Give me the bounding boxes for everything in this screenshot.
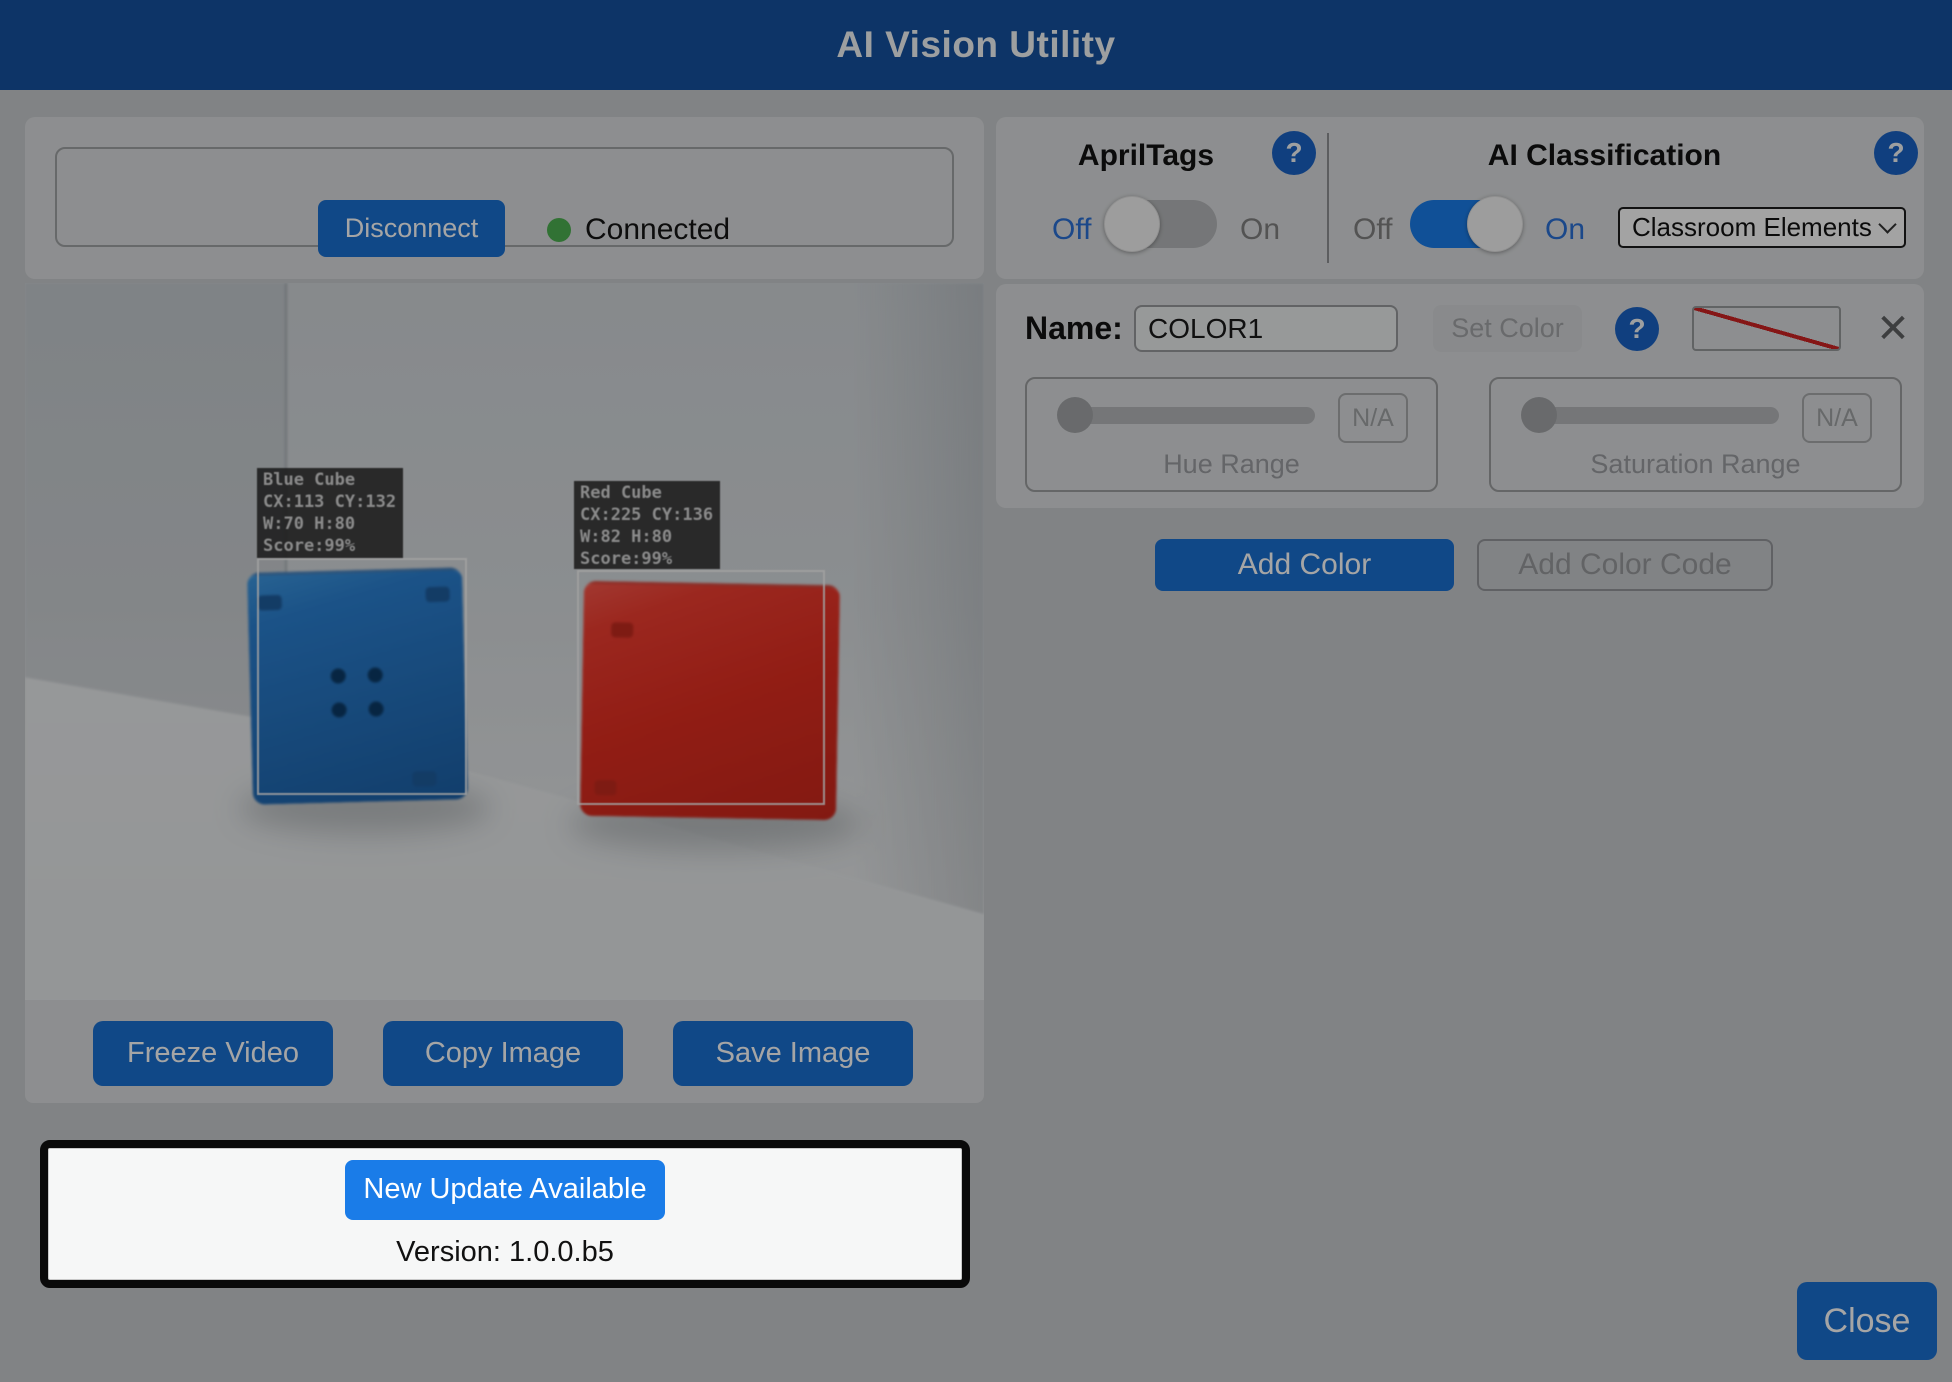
new-update-available-button[interactable]: New Update Available [345,1160,665,1220]
update-panel: New Update Available Version: 1.0.0.b5 [40,1140,970,1288]
version-text: Version: 1.0.0.b5 [396,1236,614,1269]
